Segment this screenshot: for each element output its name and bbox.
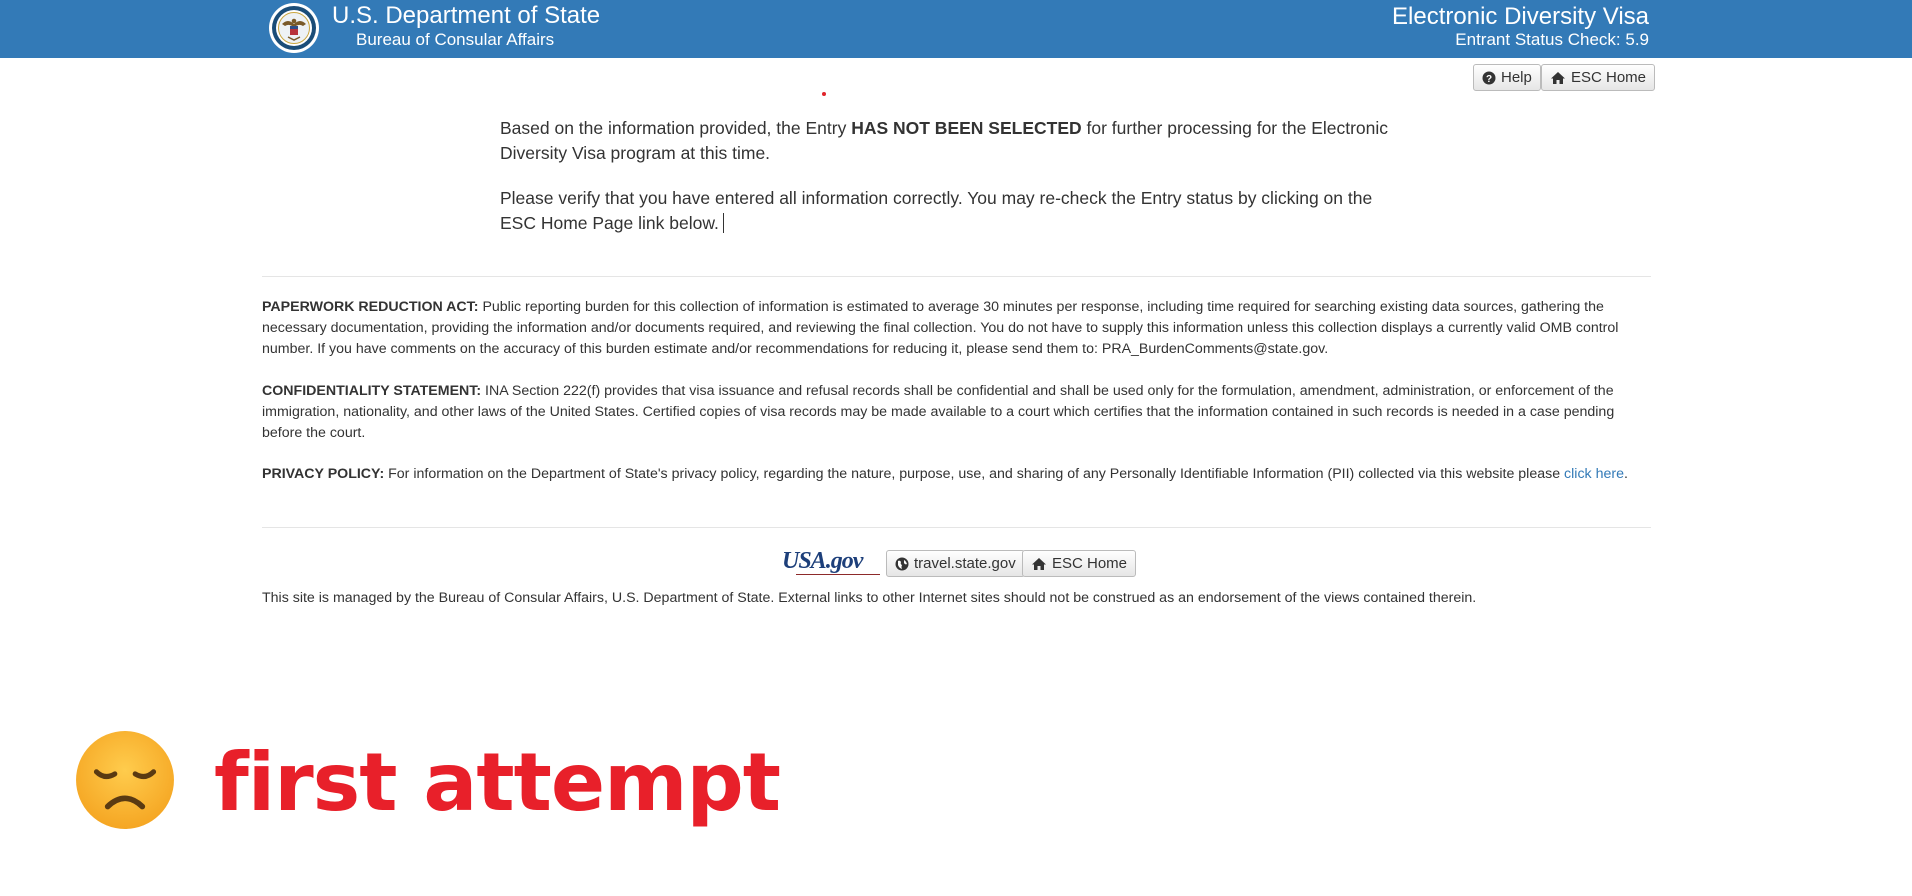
home-icon bbox=[1551, 71, 1565, 84]
privacy-end: . bbox=[1623, 466, 1628, 482]
divider bbox=[262, 276, 1651, 277]
text-cursor bbox=[722, 213, 724, 233]
selection-status: HAS NOT BEEN SELECTED bbox=[851, 118, 1082, 138]
travel-state-gov-button[interactable]: travel.state.gov bbox=[886, 550, 1025, 577]
result-text-before: Based on the information provided, the E… bbox=[500, 118, 852, 138]
disappointed-face-icon bbox=[76, 731, 174, 829]
privacy-title: PRIVACY POLICY: bbox=[262, 466, 385, 482]
department-name: U.S. Department of State bbox=[332, 2, 601, 29]
globe-icon bbox=[895, 557, 909, 570]
usagov-logo-text: USA.gov bbox=[782, 548, 863, 574]
state-department-seal-icon bbox=[269, 3, 319, 53]
help-button[interactable]: ? Help bbox=[1473, 64, 1541, 91]
privacy-text: For information on the Department of Sta… bbox=[384, 466, 1565, 482]
red-dot-marker bbox=[822, 92, 826, 96]
confidentiality-notice: CONFIDENTIALITY STATEMENT: INA Section 2… bbox=[262, 381, 1651, 444]
usagov-logo[interactable]: USA.gov bbox=[782, 547, 882, 581]
paperwork-title: PAPERWORK REDUCTION ACT: bbox=[262, 299, 479, 315]
esc-home-button[interactable]: ESC Home bbox=[1541, 64, 1656, 91]
privacy-notice: PRIVACY POLICY: For information on the D… bbox=[262, 464, 1651, 485]
footer-esc-home-button[interactable]: ESC Home bbox=[1022, 550, 1137, 577]
site-header: U.S. Department of State Bureau of Consu… bbox=[0, 0, 1912, 58]
esc-home-button-label: ESC Home bbox=[1571, 69, 1647, 86]
verify-text: Please verify that you have entered all … bbox=[500, 188, 1373, 233]
home-icon bbox=[1032, 557, 1046, 570]
program-name: Electronic Diversity Visa bbox=[1392, 3, 1649, 30]
divider bbox=[262, 527, 1651, 528]
result-message: Based on the information provided, the E… bbox=[500, 116, 1400, 166]
usagov-logo-underline bbox=[796, 574, 880, 575]
help-button-label: Help bbox=[1501, 69, 1532, 86]
travel-state-gov-label: travel.state.gov bbox=[914, 555, 1016, 572]
privacy-policy-link[interactable]: click here bbox=[1564, 466, 1624, 482]
svg-text:?: ? bbox=[1486, 74, 1492, 85]
site-disclaimer: This site is managed by the Bureau of Co… bbox=[262, 590, 1477, 606]
bureau-name: Bureau of Consular Affairs bbox=[356, 30, 555, 49]
verify-message: Please verify that you have entered all … bbox=[500, 186, 1400, 236]
confidentiality-title: CONFIDENTIALITY STATEMENT: bbox=[262, 383, 482, 399]
footer-esc-home-label: ESC Home bbox=[1052, 555, 1128, 572]
status-result: Based on the information provided, the E… bbox=[500, 116, 1400, 256]
paperwork-notice: PAPERWORK REDUCTION ACT: Public reportin… bbox=[262, 297, 1651, 360]
question-circle-icon: ? bbox=[1482, 71, 1496, 85]
overlay-caption: first attempt bbox=[214, 736, 781, 829]
program-version: Entrant Status Check: 5.9 bbox=[1455, 30, 1649, 49]
